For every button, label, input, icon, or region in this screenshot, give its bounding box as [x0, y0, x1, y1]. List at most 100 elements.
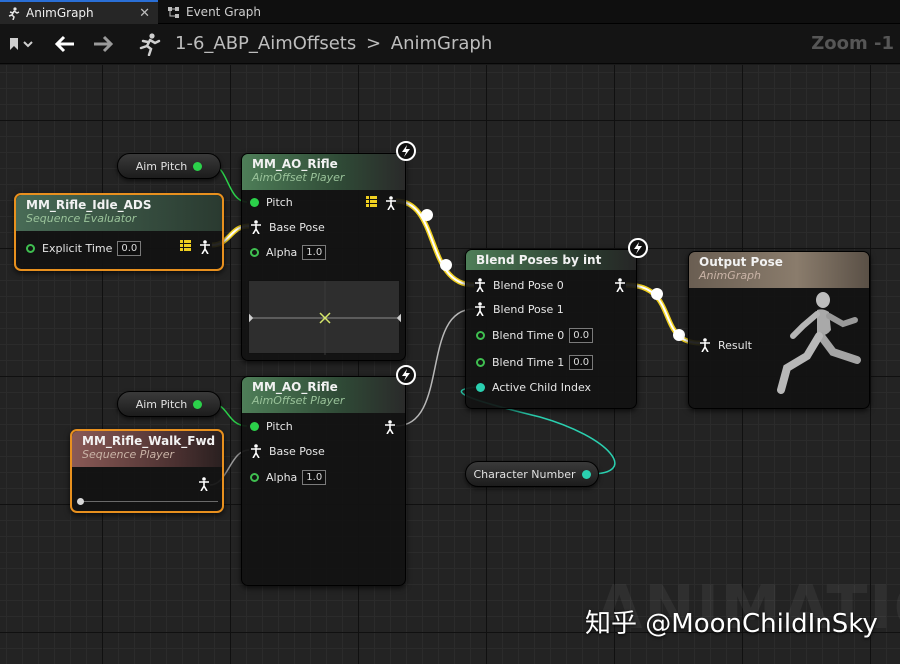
breadcrumb-graph[interactable]: AnimGraph — [391, 33, 492, 54]
int-output-pin[interactable] — [581, 469, 591, 479]
running-man-icon — [134, 32, 164, 56]
pin-label: Alpha — [266, 471, 298, 484]
active-child-index-pin[interactable]: Active Child Index — [476, 381, 591, 394]
node-header: MM_Rifle_Idle_ADS Sequence Evaluator — [16, 195, 222, 231]
fast-path-icon — [396, 365, 416, 385]
alpha-pin[interactable]: Alpha 1.0 — [250, 245, 327, 260]
base-pose-pin[interactable]: Base Pose — [250, 220, 325, 234]
float-input-pin[interactable] — [250, 198, 259, 207]
forward-button[interactable] — [90, 32, 116, 56]
blend-time-0-pin[interactable]: Blend Time 0 0.0 — [476, 328, 594, 343]
blendspace-preview[interactable] — [244, 280, 406, 355]
alpha-field[interactable]: 1.0 — [302, 245, 327, 260]
explicit-time-field[interactable]: 0.0 — [117, 241, 142, 256]
blend-pose-1-pin[interactable]: Blend Pose 1 — [474, 302, 564, 316]
pose-pin-icon — [250, 220, 262, 234]
pin-label: Blend Time 0 — [492, 329, 565, 342]
blend-time-1-field[interactable]: 0.0 — [569, 355, 594, 370]
aim-pitch-getter-1[interactable]: Aim Pitch — [117, 153, 221, 179]
pose-pin-icon — [198, 477, 210, 491]
node-subtitle: AnimGraph — [699, 269, 762, 282]
graph-toolbar: 1-6_ABP_AimOffsets > AnimGraph Zoom -1 — [0, 24, 900, 64]
float-input-pin[interactable] — [250, 473, 259, 482]
pose-pin-icon — [474, 302, 486, 316]
aim-pitch-getter-2[interactable]: Aim Pitch — [117, 391, 221, 417]
fast-path-icon — [396, 141, 416, 161]
breadcrumb-separator: > — [365, 33, 382, 54]
tab-event-graph[interactable]: Event Graph — [160, 0, 280, 24]
pitch-pin[interactable]: Pitch — [250, 420, 293, 433]
close-icon[interactable]: ✕ — [139, 6, 150, 21]
playback-progress-bar[interactable] — [77, 498, 218, 505]
pin-label: Pitch — [266, 196, 293, 209]
tab-label: Event Graph — [186, 5, 261, 19]
running-man-icon — [6, 6, 20, 20]
float-output-pin[interactable] — [193, 399, 203, 409]
float-input-pin[interactable] — [476, 358, 485, 367]
tab-animgraph[interactable]: AnimGraph ✕ — [0, 0, 158, 24]
list-icon — [366, 196, 377, 210]
progress-handle[interactable] — [77, 498, 84, 505]
pose-output-pin[interactable] — [180, 240, 218, 254]
pose-output-pin[interactable] — [366, 196, 404, 210]
arrow-left-icon — [54, 35, 74, 53]
wire-ao1-to-blend — [395, 198, 475, 288]
blend-time-0-field[interactable]: 0.0 — [569, 328, 594, 343]
float-input-pin[interactable] — [26, 244, 35, 253]
pose-output-pin[interactable] — [614, 278, 633, 292]
pitch-pin[interactable]: Pitch — [250, 196, 293, 209]
sequence-evaluator-node[interactable]: MM_Rifle_Idle_ADS Sequence Evaluator Exp… — [14, 193, 224, 271]
tab-label: AnimGraph — [26, 6, 94, 20]
pin-label: Result — [718, 338, 752, 352]
blend-time-1-pin[interactable]: Blend Time 1 0.0 — [476, 355, 594, 370]
node-header: MM_AO_Rifle AimOffset Player — [242, 377, 405, 413]
node-header: MM_Rifle_Walk_Fwd Sequence Player — [72, 431, 222, 467]
float-input-pin[interactable] — [250, 422, 259, 431]
anim-graph-canvas[interactable]: Aim Pitch Aim Pitch MM_Rifle_Idle_ADS Se… — [0, 65, 900, 664]
alpha-pin[interactable]: Alpha 1.0 — [250, 470, 327, 485]
pose-pin-icon — [699, 338, 711, 352]
pose-pin-icon — [474, 278, 486, 292]
pose-pin-icon — [385, 196, 397, 210]
breadcrumb-asset[interactable]: 1-6_ABP_AimOffsets — [175, 33, 356, 54]
node-title: MM_AO_Rifle — [252, 380, 338, 394]
node-title: Blend Poses by int — [476, 253, 602, 267]
aim-offset-player-node-1[interactable]: MM_AO_Rifle AimOffset Player Pitch Base … — [241, 153, 406, 361]
event-graph-icon — [166, 5, 180, 19]
arrow-right-icon — [94, 35, 114, 53]
list-icon — [180, 240, 191, 254]
tab-bar: AnimGraph ✕ Event Graph — [0, 0, 900, 24]
variable-label: Aim Pitch — [135, 397, 188, 411]
node-title: MM_Rifle_Idle_ADS — [26, 198, 152, 212]
blend-pose-0-pin[interactable]: Blend Pose 0 — [474, 278, 564, 292]
float-input-pin[interactable] — [476, 331, 485, 340]
character-number-getter[interactable]: Character Number — [465, 461, 599, 487]
pose-output-pin[interactable] — [384, 420, 403, 434]
node-title: MM_AO_Rifle — [252, 157, 338, 171]
explicit-time-pin[interactable]: Explicit Time 0.0 — [26, 241, 142, 256]
breadcrumb: 1-6_ABP_AimOffsets > AnimGraph — [175, 33, 492, 54]
pose-pin-icon — [384, 420, 396, 434]
base-pose-pin[interactable]: Base Pose — [250, 444, 325, 458]
blend-poses-by-int-node[interactable]: Blend Poses by int Blend Pose 0 Blend Po… — [465, 249, 637, 409]
pose-output-pin[interactable] — [198, 477, 217, 491]
pin-label: Active Child Index — [492, 381, 592, 394]
pin-label: Pitch — [266, 420, 293, 433]
zhihu-watermark: 知乎 @MoonChildInSky — [585, 609, 878, 639]
sequence-player-node[interactable]: MM_Rifle_Walk_Fwd Sequence Player — [70, 429, 224, 513]
pose-pin-icon — [250, 444, 262, 458]
back-button[interactable] — [52, 32, 78, 56]
output-pose-node[interactable]: Output Pose AnimGraph Result — [688, 251, 870, 409]
int-input-pin[interactable] — [476, 383, 485, 392]
pin-label: Blend Time 1 — [492, 356, 565, 369]
float-input-pin[interactable] — [250, 248, 259, 257]
pin-label: Explicit Time — [42, 242, 113, 255]
alpha-field[interactable]: 1.0 — [302, 470, 327, 485]
float-output-pin[interactable] — [193, 161, 203, 171]
variable-label: Aim Pitch — [135, 159, 188, 173]
result-pin[interactable]: Result — [699, 338, 752, 352]
bookmark-dropdown-button[interactable] — [4, 32, 38, 56]
node-header: Blend Poses by int — [466, 250, 636, 270]
node-subtitle: Sequence Evaluator — [26, 212, 137, 225]
aim-offset-player-node-2[interactable]: MM_AO_Rifle AimOffset Player Pitch Base … — [241, 376, 406, 586]
